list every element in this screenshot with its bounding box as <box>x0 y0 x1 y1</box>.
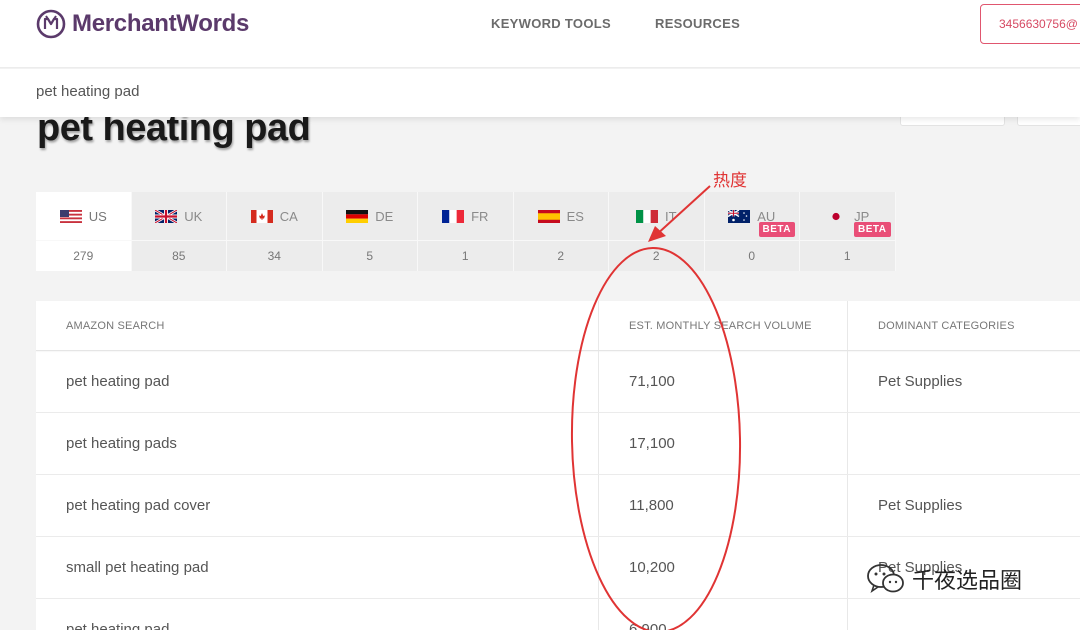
market-tab-de[interactable]: DE 5 <box>322 192 418 271</box>
dominant-category: Pet Supplies <box>878 373 963 390</box>
ca-flag-icon <box>250 209 273 223</box>
market-code: IT <box>664 208 677 224</box>
table-row[interactable]: pet heating pad 71,100 Pet Supplies <box>36 351 1080 413</box>
uk-flag-icon <box>155 209 178 223</box>
market-tab-es[interactable]: ES 2 <box>513 192 609 271</box>
market-count: 0 <box>704 240 799 270</box>
market-code: ES <box>566 208 584 224</box>
annotation-label: 热度 <box>713 171 747 191</box>
header-amazon-search[interactable]: AMAZON SEARCH <box>36 301 599 350</box>
nav-resources[interactable]: RESOURCES <box>655 16 740 31</box>
market-tab-jp[interactable]: JP BETA 1 <box>800 192 896 271</box>
header-dominant-categories[interactable]: DOMINANT CATEGORIES <box>848 301 1080 350</box>
market-count: 1 <box>800 240 895 270</box>
market-tab-au[interactable]: AU BETA 0 <box>704 192 800 271</box>
market-code: FR <box>471 208 489 224</box>
market-code: DE <box>375 208 394 224</box>
table-row[interactable]: pet heating pads 17,100 <box>36 413 1080 475</box>
table-header: AMAZON SEARCH EST. MONTHLY SEARCH VOLUME… <box>36 301 1080 351</box>
market-count: 5 <box>322 240 417 270</box>
market-count: 1 <box>418 240 513 270</box>
search-term[interactable]: small pet heating pad <box>36 537 599 598</box>
search-term[interactable]: pet heating pads <box>36 413 599 474</box>
search-term[interactable]: pet heating pad <box>36 599 599 630</box>
market-code: CA <box>279 208 298 224</box>
watermark: 千夜选品圈 <box>866 562 1022 596</box>
market-code: UK <box>184 208 203 224</box>
market-tab-ca[interactable]: CA 34 <box>227 192 323 271</box>
brand-name: MerchantWords <box>72 10 250 37</box>
table-row[interactable]: pet heating pad cover 11,800 Pet Supplie… <box>36 475 1080 537</box>
beta-badge: BETA <box>854 222 891 237</box>
de-flag-icon <box>346 209 369 223</box>
search-volume: 17,100 <box>599 413 848 474</box>
us-flag-icon <box>59 209 82 223</box>
table-row[interactable]: pet heating pad 6,900 <box>36 599 1080 630</box>
market-tab-it[interactable]: IT 2 <box>609 192 705 271</box>
dominant-category <box>848 599 1080 630</box>
brand-logo[interactable]: MerchantWords <box>36 8 249 40</box>
jp-flag-icon <box>825 209 848 223</box>
es-flag-icon <box>537 209 560 223</box>
market-count: 2 <box>609 240 704 270</box>
search-input[interactable] <box>36 83 736 100</box>
market-count: 279 <box>36 240 131 270</box>
search-volume: 6,900 <box>599 599 848 630</box>
marketplace-tabs: US 279 UK 85 CA 34 DE 5 FR 1 ES 2 IT 2 A… <box>36 192 896 271</box>
search-volume: 71,100 <box>599 351 848 412</box>
account-button[interactable]: 3456630756@ <box>980 4 1080 44</box>
market-tab-fr[interactable]: FR 1 <box>418 192 514 271</box>
market-count: 34 <box>227 240 322 270</box>
beta-badge: BETA <box>758 222 795 237</box>
search-bar <box>0 69 1080 117</box>
search-volume: 10,200 <box>599 537 848 598</box>
market-tab-uk[interactable]: UK 85 <box>131 192 227 271</box>
search-term[interactable]: pet heating pad <box>36 351 599 412</box>
wechat-icon <box>867 564 904 593</box>
dominant-category <box>848 413 1080 474</box>
search-volume: 11,800 <box>599 475 848 536</box>
nav-keyword-tools[interactable]: KEYWORD TOOLS <box>491 16 611 31</box>
dominant-category: Pet Supplies <box>878 497 963 514</box>
watermark-text: 千夜选品圈 <box>912 569 1023 594</box>
market-count: 85 <box>131 240 226 270</box>
au-flag-icon <box>728 209 751 223</box>
market-tab-us[interactable]: US 279 <box>36 192 132 271</box>
it-flag-icon <box>635 209 658 223</box>
search-term[interactable]: pet heating pad cover <box>36 475 599 536</box>
header-search-volume[interactable]: EST. MONTHLY SEARCH VOLUME <box>599 301 848 350</box>
market-code: US <box>88 208 107 224</box>
merchantwords-logo-icon <box>36 9 66 39</box>
top-navbar: MerchantWords KEYWORD TOOLS RESOURCES 34… <box>0 0 1080 68</box>
fr-flag-icon <box>442 209 465 223</box>
market-count: 2 <box>513 240 608 270</box>
